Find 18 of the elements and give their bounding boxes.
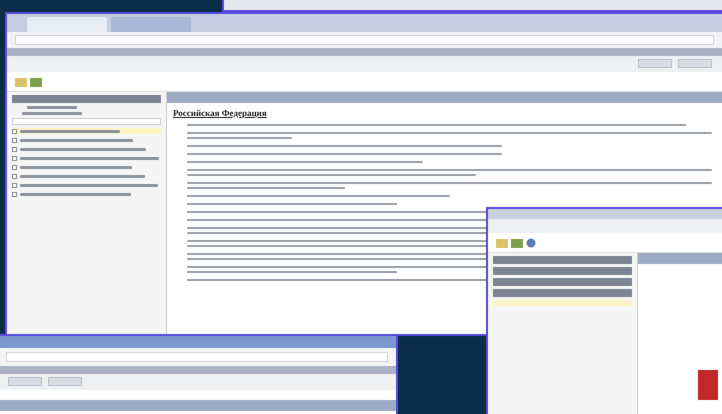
sidebar-item[interactable] bbox=[12, 155, 161, 161]
checkbox[interactable] bbox=[12, 128, 17, 134]
address-bar[interactable] bbox=[6, 352, 388, 362]
sidebar-item[interactable] bbox=[12, 128, 161, 134]
checkbox[interactable] bbox=[12, 156, 17, 160]
checkbox[interactable] bbox=[12, 192, 17, 196]
checkbox[interactable] bbox=[12, 182, 17, 188]
checkbox[interactable] bbox=[12, 146, 17, 152]
checkbox[interactable] bbox=[12, 138, 17, 142]
globe-icon[interactable] bbox=[526, 238, 536, 248]
checkbox[interactable] bbox=[12, 164, 17, 170]
blurred-text-line bbox=[22, 112, 82, 115]
checkbox[interactable] bbox=[12, 174, 17, 178]
dropdown-field[interactable] bbox=[12, 118, 161, 125]
address-bar[interactable] bbox=[15, 35, 714, 45]
document-heading: Российская Федерация bbox=[172, 109, 268, 118]
blurred-text-line bbox=[27, 106, 77, 109]
sidebar-item[interactable] bbox=[12, 182, 161, 188]
